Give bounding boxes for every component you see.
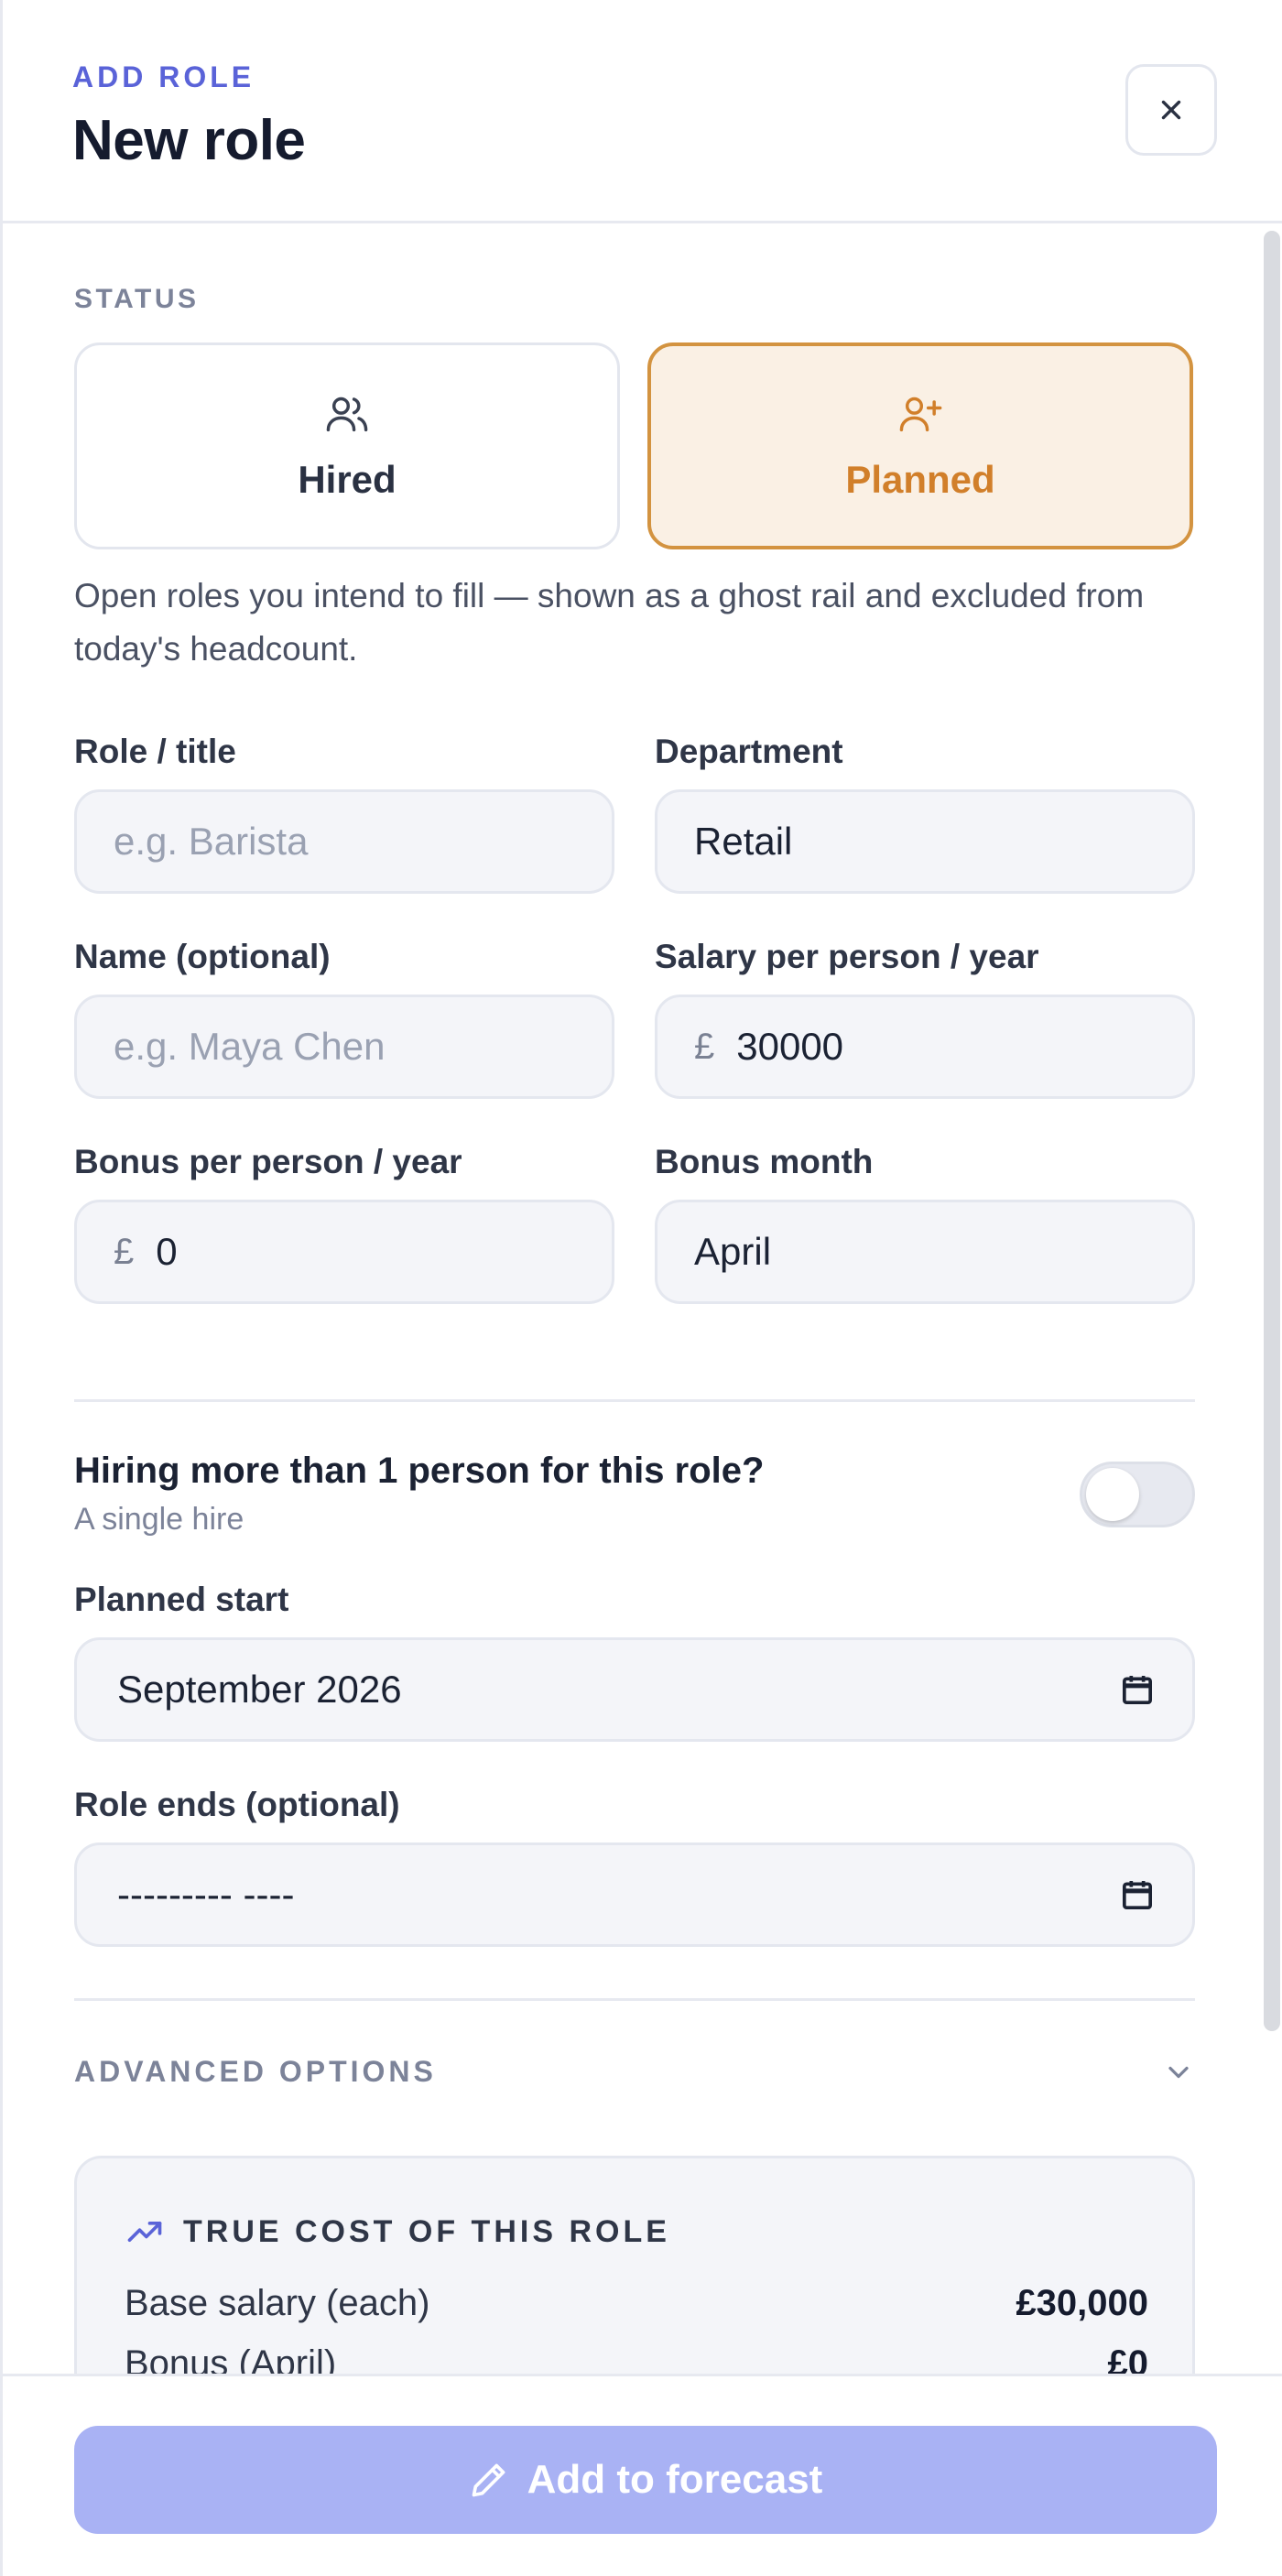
page-title: New role — [72, 109, 306, 172]
true-cost-header: TRUE COST OF THIS ROLE — [125, 2212, 670, 2252]
name-input[interactable]: e.g. Maya Chen — [74, 995, 614, 1099]
department-value: Retail — [694, 820, 793, 863]
bonus-month-select[interactable]: April — [655, 1200, 1195, 1304]
cost-row-label: Base salary (each) — [125, 2283, 430, 2323]
currency-symbol: £ — [694, 1026, 715, 1067]
pencil-icon — [472, 2463, 505, 2497]
multi-hire-toggle[interactable] — [1080, 1462, 1195, 1527]
name-placeholder: e.g. Maya Chen — [114, 1025, 386, 1068]
close-button[interactable] — [1125, 64, 1217, 156]
role-ends-label: Role ends (optional) — [74, 1786, 400, 1823]
multi-hire-subtext: A single hire — [74, 1502, 244, 1537]
trending-up-icon — [127, 2222, 162, 2242]
role-title-placeholder: e.g. Barista — [114, 820, 309, 863]
planned-start-value: September 2026 — [117, 1668, 402, 1711]
bonus-month-value: April — [694, 1230, 772, 1273]
calendar-icon[interactable] — [1119, 1876, 1156, 1913]
user-plus-icon — [899, 397, 942, 432]
salary-input[interactable]: £ 30000 — [655, 995, 1195, 1099]
status-option-planned[interactable]: Planned — [647, 342, 1193, 549]
add-to-forecast-label: Add to forecast — [527, 2457, 823, 2502]
department-label: Department — [655, 733, 843, 770]
status-help-text: Open roles you intend to fill — shown as… — [74, 577, 1145, 668]
status-section-label: STATUS — [74, 284, 200, 314]
salary-value: 30000 — [736, 1025, 844, 1068]
role-title-label: Role / title — [74, 733, 236, 770]
planned-start-label: Planned start — [74, 1581, 289, 1618]
multi-hire-question: Hiring more than 1 person for this role? — [74, 1451, 765, 1491]
role-ends-value: --------- ---- — [117, 1873, 295, 1916]
status-option-label: Hired — [298, 458, 397, 501]
panel-footer: Add to forecast — [3, 2374, 1282, 2576]
cost-row: Base salary (each) £30,000 — [125, 2283, 1148, 2324]
chevron-down-icon — [1168, 2066, 1189, 2078]
toggle-knob — [1086, 1468, 1139, 1521]
bonus-month-label: Bonus month — [655, 1143, 874, 1180]
bonus-label: Bonus per person / year — [74, 1143, 462, 1180]
panel-header: ADD ROLE New role — [3, 0, 1282, 223]
true-cost-title: TRUE COST OF THIS ROLE — [183, 2213, 670, 2249]
divider — [74, 1998, 1195, 2001]
role-title-input[interactable]: e.g. Barista — [74, 789, 614, 894]
panel-eyebrow: ADD ROLE — [72, 60, 255, 93]
close-icon — [1161, 100, 1181, 120]
status-option-hired[interactable]: Hired — [74, 342, 620, 549]
add-to-forecast-button[interactable]: Add to forecast — [74, 2426, 1217, 2534]
scrollbar-thumb[interactable] — [1264, 231, 1280, 2031]
cost-row-value: £30,000 — [1016, 2283, 1148, 2323]
advanced-options-label: ADVANCED OPTIONS — [74, 2055, 437, 2088]
users-icon — [326, 397, 368, 432]
advanced-options-toggle[interactable]: ADVANCED OPTIONS — [74, 2055, 1195, 2089]
planned-start-input[interactable]: September 2026 — [74, 1637, 1195, 1742]
salary-label: Salary per person / year — [655, 938, 1039, 975]
divider — [74, 1399, 1195, 1402]
role-ends-input[interactable]: --------- ---- — [74, 1842, 1195, 1947]
bonus-value: 0 — [156, 1230, 178, 1273]
add-role-panel: ADD ROLE New role STATUS Hired Planned O… — [0, 0, 1282, 2576]
name-label: Name (optional) — [74, 938, 331, 975]
status-option-label: Planned — [845, 458, 995, 501]
bonus-input[interactable]: £ 0 — [74, 1200, 614, 1304]
calendar-icon[interactable] — [1119, 1671, 1156, 1708]
department-select[interactable]: Retail — [655, 789, 1195, 894]
currency-symbol: £ — [114, 1231, 135, 1272]
